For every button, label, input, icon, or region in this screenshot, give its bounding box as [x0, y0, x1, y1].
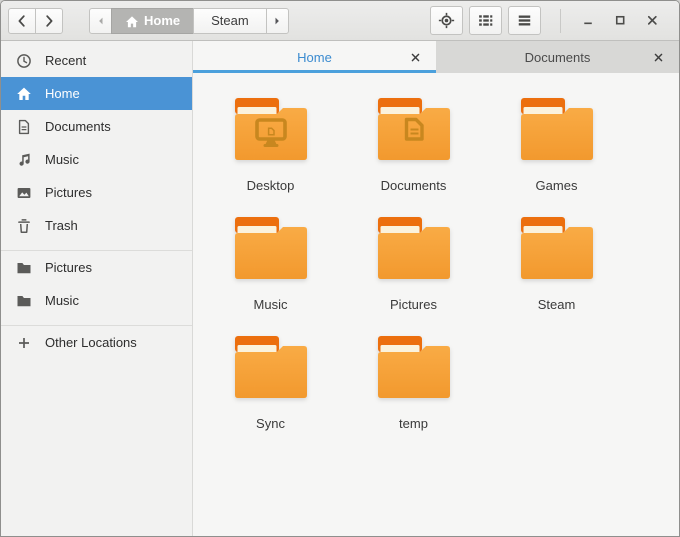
close-icon	[652, 51, 665, 64]
folder-temp[interactable]: temp	[342, 327, 485, 446]
tab-documents[interactable]: Documents	[436, 41, 679, 73]
folder-icon	[520, 217, 593, 284]
close-icon	[409, 51, 422, 64]
file-manager-window: Home Steam Recent Home Documents Music P…	[0, 0, 680, 537]
folder-label: Steam	[537, 297, 576, 312]
folder-label: Music	[253, 297, 288, 312]
sidebar: Recent Home Documents Music Pictures Tra…	[1, 41, 193, 536]
folder-icon	[234, 217, 307, 284]
nav-buttons	[8, 7, 63, 34]
folder-icon	[234, 336, 307, 403]
sidebar-item-home[interactable]: Home	[1, 77, 192, 110]
music-note-icon	[16, 152, 32, 168]
sidebar-item-label: Pictures	[45, 260, 92, 275]
sidebar-item-label: Other Locations	[45, 335, 137, 350]
sidebar-item-label: Pictures	[45, 185, 92, 200]
back-button[interactable]	[8, 7, 36, 34]
tab-home[interactable]: Home	[193, 41, 436, 73]
sidebar-item-pictures[interactable]: Pictures	[1, 251, 192, 284]
arrow-left-icon	[95, 15, 107, 27]
tab-label: Documents	[524, 49, 591, 65]
folder-icon	[377, 98, 450, 165]
breadcrumb-label: Home	[144, 13, 181, 28]
breadcrumb-segment-home[interactable]: Home	[111, 7, 195, 34]
breadcrumb-scroll-left-button[interactable]	[89, 7, 112, 34]
window-controls	[580, 13, 660, 29]
folder-pictures[interactable]: Pictures	[342, 208, 485, 327]
folder-icon	[234, 98, 307, 165]
folder-icon	[377, 217, 450, 284]
list-view-icon	[477, 12, 494, 29]
tab-close-button[interactable]	[650, 49, 666, 65]
arrow-right-icon	[271, 15, 283, 27]
trash-icon	[16, 218, 32, 234]
hamburger-icon	[516, 12, 533, 29]
minimize-button[interactable]	[580, 13, 596, 29]
breadcrumb-label: Steam	[211, 13, 249, 28]
sidebar-item-music[interactable]: Music	[1, 284, 192, 317]
breadcrumb: Home Steam	[89, 7, 289, 34]
sidebar-item-documents[interactable]: Documents	[1, 110, 192, 143]
folder-label: Documents	[380, 178, 447, 193]
menu-button[interactable]	[508, 6, 541, 35]
sidebar-item-label: Music	[45, 293, 79, 308]
folder-label: temp	[399, 416, 428, 431]
home-icon	[16, 86, 32, 102]
sidebar-item-music[interactable]: Music	[1, 143, 192, 176]
clock-icon	[16, 53, 32, 69]
folder-label: Games	[535, 178, 578, 193]
minimize-icon	[581, 13, 596, 28]
folder-desktop[interactable]: Desktop	[199, 89, 342, 208]
plus-icon	[16, 335, 32, 351]
window-body: Recent Home Documents Music Pictures Tra…	[1, 41, 679, 536]
folder-documents[interactable]: Documents	[342, 89, 485, 208]
folder-label: Sync	[256, 416, 285, 431]
chevron-left-icon	[14, 13, 30, 29]
header-right	[430, 6, 672, 35]
document-icon	[16, 119, 32, 135]
image-icon	[16, 185, 32, 201]
sidebar-item-label: Home	[45, 86, 80, 101]
header-bar: Home Steam	[1, 1, 679, 41]
sidebar-item-pictures[interactable]: Pictures	[1, 176, 192, 209]
locate-button[interactable]	[430, 6, 463, 35]
home-icon	[125, 14, 139, 28]
folder-grid: Desktop Documents Games Music Pictures S…	[199, 89, 679, 446]
content-column: Home Documents Desktop Documents Games M…	[193, 41, 679, 536]
sidebar-item-label: Music	[45, 152, 79, 167]
folder-label: Pictures	[390, 297, 437, 312]
close-icon	[645, 13, 660, 28]
folder-sync[interactable]: Sync	[199, 327, 342, 446]
folder-icon	[520, 98, 593, 165]
tab-close-button[interactable]	[407, 49, 423, 65]
maximize-button[interactable]	[612, 13, 628, 29]
sidebar-item-label: Trash	[45, 218, 78, 233]
sidebar-item-label: Recent	[45, 53, 87, 68]
maximize-icon	[613, 13, 628, 28]
folder-label: Desktop	[246, 178, 295, 193]
folder-steam[interactable]: Steam	[485, 208, 628, 327]
folder-music[interactable]: Music	[199, 208, 342, 327]
sidebar-item-recent[interactable]: Recent	[1, 44, 192, 77]
tab-label: Home	[297, 49, 332, 65]
sidebar-item-trash[interactable]: Trash	[1, 209, 192, 242]
close-button[interactable]	[644, 13, 660, 29]
sidebar-item-other-locations[interactable]: Other Locations	[1, 326, 192, 359]
forward-button[interactable]	[35, 7, 63, 34]
tab-bar: Home Documents	[193, 41, 679, 73]
list-view-button[interactable]	[469, 6, 502, 35]
folder-icon	[16, 293, 32, 309]
chevron-right-icon	[41, 13, 57, 29]
breadcrumb-segment-steam[interactable]: Steam	[193, 7, 267, 34]
file-view[interactable]: Desktop Documents Games Music Pictures S…	[193, 73, 679, 536]
folder-games[interactable]: Games	[485, 89, 628, 208]
folder-icon	[377, 336, 450, 403]
breadcrumb-scroll-right-button[interactable]	[265, 7, 289, 34]
folder-icon	[16, 260, 32, 276]
locate-icon	[438, 12, 455, 29]
header-separator	[560, 8, 561, 33]
sidebar-item-label: Documents	[45, 119, 111, 134]
header-actions	[430, 6, 541, 35]
